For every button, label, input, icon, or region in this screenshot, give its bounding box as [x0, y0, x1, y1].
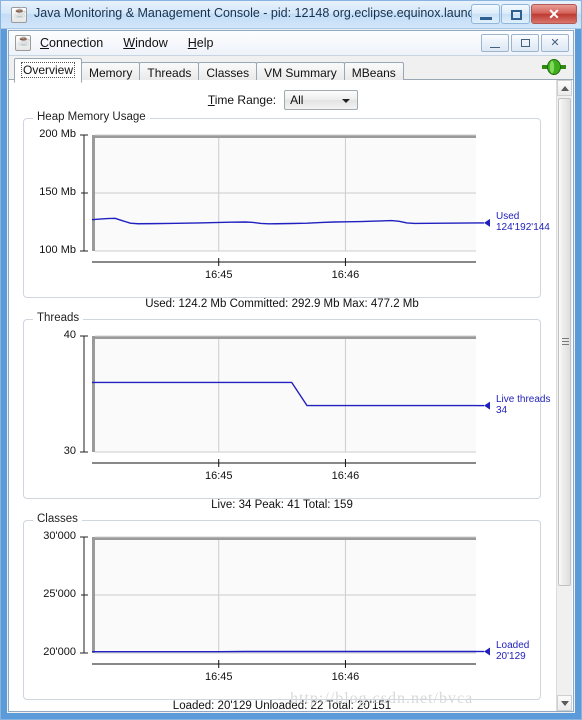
internal-restore-button[interactable] [511, 34, 539, 52]
chart-legend: Live threads 34 [496, 394, 550, 416]
x-axis-tick-label: 16:46 [331, 470, 360, 482]
classes-panel: Classes 20'000 25'000 30'000 16:45 16:46 Load… [23, 513, 542, 700]
heap-memory-usage-panel: Heap Memory Usage 100 Mb 150 Mb 200 Mb 16:4… [23, 111, 550, 298]
scroll-down-button[interactable] [557, 695, 572, 711]
chart-legend: Used 124'192'144 [496, 211, 550, 233]
classes-summary: Loaded: 20'129 Unloaded: 22 Total: 20'15… [172, 700, 392, 711]
menu-item-window[interactable]: Window [120, 34, 170, 52]
window-controls: ✕ [471, 4, 577, 24]
y-axis-tick-label: 30 [63, 445, 76, 457]
heap-memory-usage-chart[interactable]: 100 Mb 150 Mb 200 Mb 16:45 16:46 Used 124'192'… [24, 119, 550, 297]
legend-series-name: Used [496, 210, 520, 222]
chevron-up-icon [561, 86, 569, 91]
menu-item-connection[interactable]: Connection [37, 34, 106, 52]
java-coffee-cup-icon [11, 6, 27, 23]
x-axis-tick-label: 16:46 [331, 671, 360, 683]
java-coffee-cup-icon-menu [15, 34, 31, 51]
menu-items: Connection Window Help [37, 34, 216, 52]
y-axis-tick-label: 20'000 [43, 646, 76, 658]
close-icon: ✕ [548, 6, 560, 22]
internal-frame: Connection Window Help ✕ Overview Memory… [8, 30, 574, 712]
legend-series-name: Live threads [496, 393, 551, 405]
y-axis-tick-label: 25'000 [43, 588, 76, 600]
maximize-icon [511, 10, 522, 20]
menu-item-help[interactable]: Help [185, 34, 217, 52]
time-range-row: Time Range: All [9, 89, 557, 111]
application-window: Java Monitoring & Management Console - p… [0, 0, 582, 720]
minimize-icon [480, 17, 492, 20]
close-icon-internal: ✕ [550, 37, 560, 49]
overview-content: Time Range: All Heap Memory Usage 100 Mb… [9, 80, 573, 711]
scrollbar-thumb[interactable] [558, 98, 571, 586]
y-axis-tick-label: 100 Mb [39, 244, 76, 256]
legend-series-value: 20'129 [496, 650, 526, 662]
window-title: Java Monitoring & Management Console - p… [34, 6, 492, 20]
vertical-scrollbar[interactable] [556, 80, 572, 711]
chevron-down-icon [342, 99, 351, 103]
internal-window-controls: ✕ [481, 34, 569, 52]
minimize-button[interactable] [471, 4, 500, 24]
time-range-label: Time Range: [207, 93, 277, 107]
y-axis-tick-label: 40 [63, 329, 76, 341]
internal-close-button[interactable]: ✕ [541, 34, 569, 52]
close-button[interactable]: ✕ [531, 4, 577, 24]
scroll-up-button[interactable] [557, 80, 572, 96]
heap-memory-summary: Used: 124.2 Mb Committed: 292.9 Mb Max: … [145, 298, 419, 310]
threads-chart[interactable]: 30 40 16:45 16:46 Live threads 34 [24, 320, 551, 498]
internal-minimize-button[interactable] [481, 34, 509, 52]
y-axis-tick-label: 30'000 [43, 530, 76, 542]
threads-panel: Threads 30 40 16:45 16:46 Live threads 34 [23, 312, 551, 499]
tab-overview[interactable]: Overview [14, 58, 83, 83]
legend-series-value: 124'192'144 [496, 221, 550, 233]
maximize-button[interactable] [501, 4, 530, 24]
title-bar[interactable]: Java Monitoring & Management Console - p… [1, 1, 581, 29]
classes-chart[interactable]: 20'000 25'000 30'000 16:45 16:46 Loaded 20'129 [24, 521, 542, 699]
chart-legend: Loaded 20'129 [496, 640, 529, 662]
minimize-icon-internal [490, 47, 500, 48]
x-axis-tick-label: 16:45 [204, 269, 233, 281]
legend-series-name: Loaded [496, 639, 530, 651]
restore-icon-internal [521, 39, 530, 47]
grip-icon [562, 338, 569, 346]
y-axis-tick-label: 150 Mb [39, 186, 76, 198]
threads-summary: Live: 34 Peak: 41 Total: 159 [211, 499, 353, 511]
x-axis-tick-label: 16:45 [204, 470, 233, 482]
chevron-down-icon-scroll [561, 701, 569, 706]
x-axis-tick-label: 16:46 [331, 269, 360, 281]
x-axis-tick-label: 16:45 [204, 671, 233, 683]
time-range-value: All [290, 93, 304, 107]
menu-bar: Connection Window Help ✕ [9, 31, 573, 56]
legend-series-value: 34 [496, 404, 508, 416]
tab-strip: Overview Memory Threads Classes VM Summa… [9, 56, 573, 84]
time-range-select[interactable]: All [284, 90, 359, 110]
y-axis-tick-label: 200 Mb [39, 128, 76, 140]
connected-green-icon[interactable] [541, 58, 567, 76]
